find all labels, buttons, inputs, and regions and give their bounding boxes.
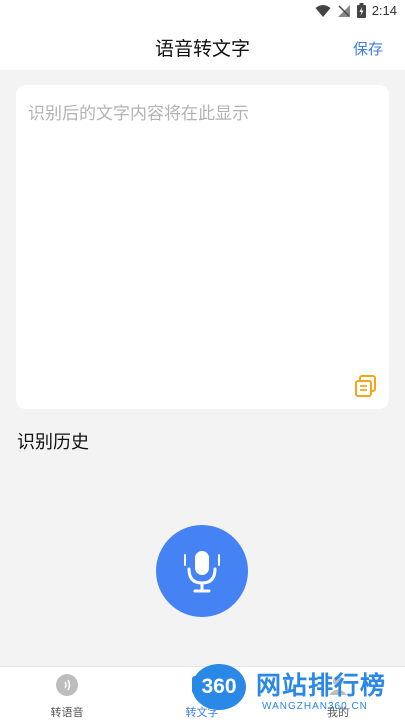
record-mic-button[interactable] [156,525,248,617]
recognized-text-area[interactable]: 识别后的文字内容将在此显示 [16,85,389,409]
app-header: 语音转文字 保存 [0,22,405,70]
wifi-icon [315,4,331,17]
watermark-logo-text: 360 [201,675,237,698]
status-icons: 2:14 [315,3,397,18]
history-title: 识别历史 [17,432,89,453]
microphone-icon [184,551,220,593]
copy-icon[interactable] [353,373,379,399]
no-signal-icon [337,4,350,17]
sound-icon [56,674,78,696]
watermark-logo: 360 网站排行榜 WANGZHAN360.CN [192,664,405,720]
status-bar: 2:14 [0,0,405,22]
battery-icon [356,3,366,18]
watermark-circle: 360 [192,664,246,710]
page-title: 语音转文字 [154,38,250,60]
status-time: 2:14 [371,3,397,18]
nav-item-text-to-speech[interactable]: 转语音 [17,673,117,720]
text-placeholder: 识别后的文字内容将在此显示 [28,104,249,124]
watermark-subtitle: WANGZHAN360.CN [262,701,368,712]
watermark-title: 网站排行榜 [256,671,387,700]
nav-label: 转语音 [50,706,84,719]
save-button[interactable]: 保存 [353,38,383,59]
